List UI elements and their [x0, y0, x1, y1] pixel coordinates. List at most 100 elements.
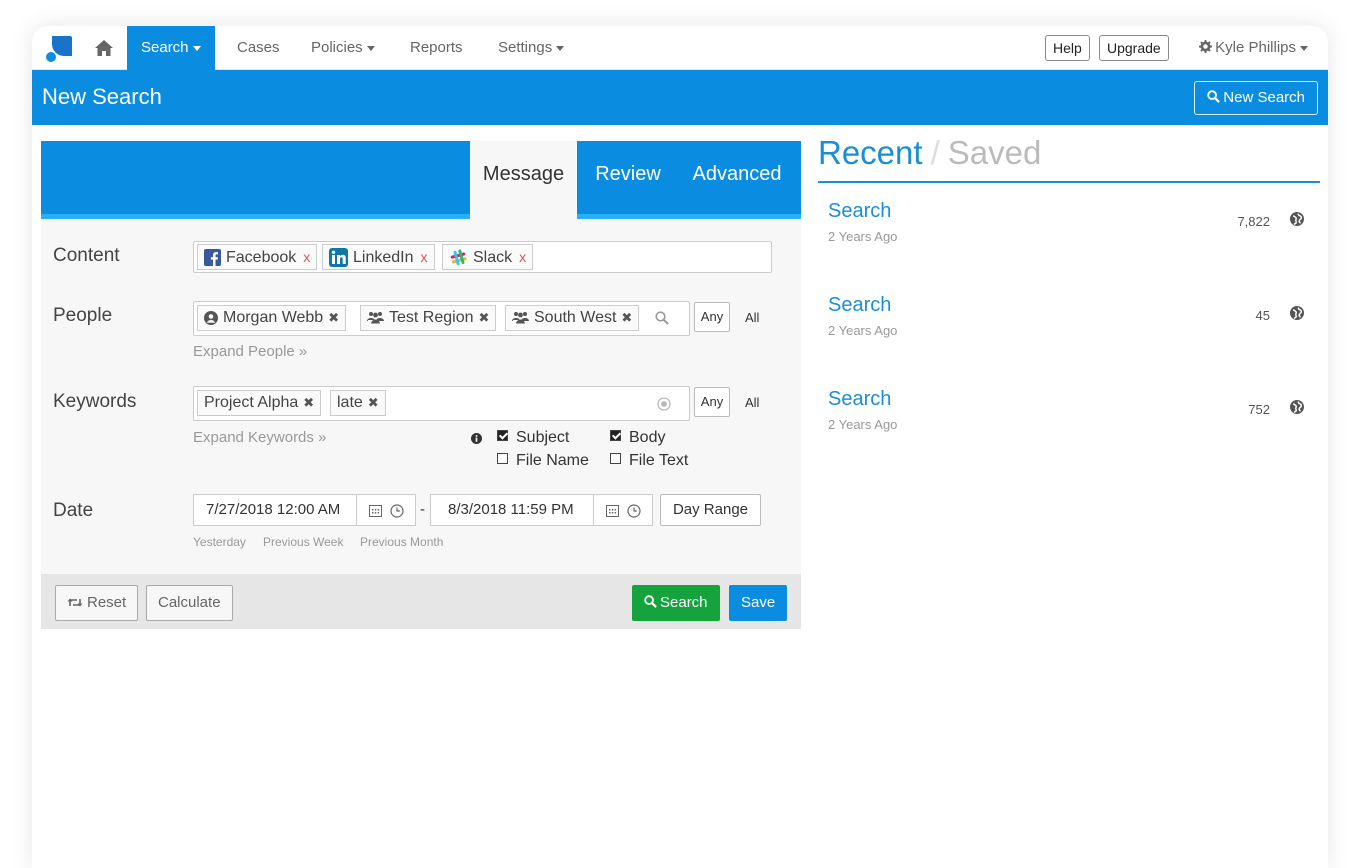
- keywords-label: Keywords: [53, 391, 137, 412]
- clear-input-icon[interactable]: [657, 397, 671, 411]
- nav-search[interactable]: Search: [127, 26, 215, 70]
- reset-button[interactable]: Reset: [55, 585, 139, 621]
- home-icon[interactable]: [94, 38, 114, 58]
- upgrade-button[interactable]: Upgrade: [1099, 35, 1169, 61]
- nav-reports[interactable]: Reports: [396, 26, 477, 70]
- chevron-down-icon: [556, 45, 565, 51]
- recent-saved-heading: Recent / Saved: [818, 134, 1042, 171]
- person-chip: Morgan Webb ✖: [197, 305, 347, 331]
- people-field[interactable]: Morgan Webb ✖ Test Region ✖ South West ✖: [193, 301, 690, 336]
- day-range-button[interactable]: Day Range: [660, 494, 761, 526]
- content-chip: Facebook x: [197, 244, 318, 270]
- shortcut-previous-month[interactable]: Previous Month: [360, 535, 443, 549]
- nav-settings[interactable]: Settings: [484, 26, 578, 70]
- user-name: Kyle Phillips: [1215, 39, 1296, 56]
- file-text-checkbox[interactable]: File Text: [610, 452, 688, 470]
- keywords-any-button[interactable]: Any: [694, 387, 730, 417]
- remove-chip-icon[interactable]: ✖: [368, 395, 379, 410]
- search-form-panel: Message Review Advanced Content Facebook…: [41, 141, 801, 629]
- remove-chip-icon[interactable]: x: [421, 249, 428, 265]
- keyword-chip: late ✖: [330, 390, 386, 416]
- keywords-field[interactable]: Project Alpha ✖ late ✖: [193, 386, 690, 421]
- globe-icon: [1290, 306, 1304, 320]
- search-icon[interactable]: [655, 311, 669, 325]
- search-submit-button[interactable]: Search: [632, 585, 720, 621]
- remove-chip-icon[interactable]: x: [303, 249, 310, 265]
- date-to-input[interactable]: 8/3/2018 11:59 PM: [430, 494, 594, 526]
- recent-search-item[interactable]: Search 2 Years Ago 45: [828, 294, 1308, 354]
- help-button[interactable]: Help: [1045, 35, 1090, 61]
- people-label: People: [53, 305, 113, 326]
- chevron-down-icon: [1300, 45, 1308, 51]
- date-separator: -: [420, 501, 425, 518]
- save-button[interactable]: Save: [729, 585, 788, 621]
- tab-review[interactable]: Review: [585, 141, 671, 219]
- page-title: New Search: [42, 84, 162, 109]
- recent-search-item[interactable]: Search 2 Years Ago 7,822: [828, 200, 1308, 260]
- content-chip: Slack x: [442, 244, 534, 270]
- retweet-icon: [67, 598, 83, 607]
- checkbox-empty-icon: [610, 453, 621, 465]
- recent-search-item[interactable]: Search 2 Years Ago 752: [828, 388, 1308, 448]
- date-from-picker[interactable]: [356, 494, 416, 526]
- calculate-button[interactable]: Calculate: [146, 585, 233, 621]
- date-from-input[interactable]: 7/27/2018 12:00 AM: [193, 494, 357, 526]
- remove-chip-icon[interactable]: ✖: [479, 310, 490, 325]
- nav-policies[interactable]: Policies: [297, 26, 389, 70]
- remove-chip-icon[interactable]: x: [519, 249, 526, 265]
- group-chip: Test Region ✖: [360, 305, 497, 331]
- users-icon: [367, 312, 384, 324]
- new-search-button[interactable]: New Search: [1194, 81, 1318, 115]
- recent-search-title[interactable]: Search: [828, 388, 891, 411]
- linkedin-icon: [329, 248, 348, 268]
- gear-icon: [1199, 40, 1213, 53]
- keyword-chip: Project Alpha ✖: [197, 390, 322, 416]
- people-any-button[interactable]: Any: [694, 302, 730, 332]
- tab-recent[interactable]: Recent: [818, 134, 923, 171]
- calendar-icon: [369, 505, 382, 517]
- shortcut-yesterday[interactable]: Yesterday: [193, 535, 246, 549]
- expand-keywords-link[interactable]: Expand Keywords »: [193, 429, 326, 446]
- remove-chip-icon[interactable]: ✖: [621, 310, 632, 325]
- shortcut-previous-week[interactable]: Previous Week: [263, 535, 343, 549]
- chevron-down-icon: [366, 45, 375, 51]
- checkbox-checked-icon: [610, 430, 621, 442]
- result-count: 7,822: [1237, 214, 1270, 229]
- expand-people-link[interactable]: Expand People »: [193, 343, 307, 360]
- recent-search-title[interactable]: Search: [828, 200, 891, 223]
- remove-chip-icon[interactable]: ✖: [328, 310, 339, 325]
- user-menu[interactable]: Kyle Phillips: [1199, 26, 1308, 70]
- tab-message[interactable]: Message: [470, 141, 577, 219]
- date-to-picker[interactable]: [593, 494, 653, 526]
- recent-search-time: 2 Years Ago: [828, 323, 898, 338]
- content-field[interactable]: Facebook x LinkedIn x Slack x: [193, 241, 772, 273]
- search-icon: [644, 595, 657, 608]
- calendar-icon: [606, 505, 619, 517]
- globe-icon: [1290, 212, 1304, 226]
- tab-advanced[interactable]: Advanced: [681, 141, 793, 219]
- search-icon: [1207, 90, 1221, 103]
- recent-search-title[interactable]: Search: [828, 294, 891, 317]
- app-logo[interactable]: [46, 36, 72, 62]
- checkbox-checked-icon: [497, 430, 508, 442]
- chevron-down-icon: [192, 45, 201, 51]
- page-header: New Search New Search: [32, 70, 1328, 125]
- body-checkbox[interactable]: Body: [610, 429, 665, 447]
- top-navbar: Search Cases Policies Reports Settings H…: [32, 26, 1328, 70]
- result-count: 752: [1248, 402, 1270, 417]
- keywords-all-link[interactable]: All: [745, 395, 759, 410]
- slack-icon: [450, 249, 467, 266]
- file-name-checkbox[interactable]: File Name: [497, 452, 589, 470]
- form-footer: Reset Calculate Search Save: [41, 574, 801, 629]
- facebook-icon: [204, 249, 221, 267]
- info-icon[interactable]: [471, 433, 482, 444]
- remove-chip-icon[interactable]: ✖: [303, 395, 314, 410]
- users-icon: [512, 312, 529, 324]
- date-label: Date: [53, 500, 94, 521]
- subject-checkbox[interactable]: Subject: [497, 429, 569, 447]
- recent-search-time: 2 Years Ago: [828, 229, 898, 244]
- tab-saved[interactable]: Saved: [948, 134, 1042, 171]
- people-all-link[interactable]: All: [745, 310, 759, 325]
- nav-cases[interactable]: Cases: [223, 26, 294, 70]
- content-chip: LinkedIn x: [322, 244, 435, 270]
